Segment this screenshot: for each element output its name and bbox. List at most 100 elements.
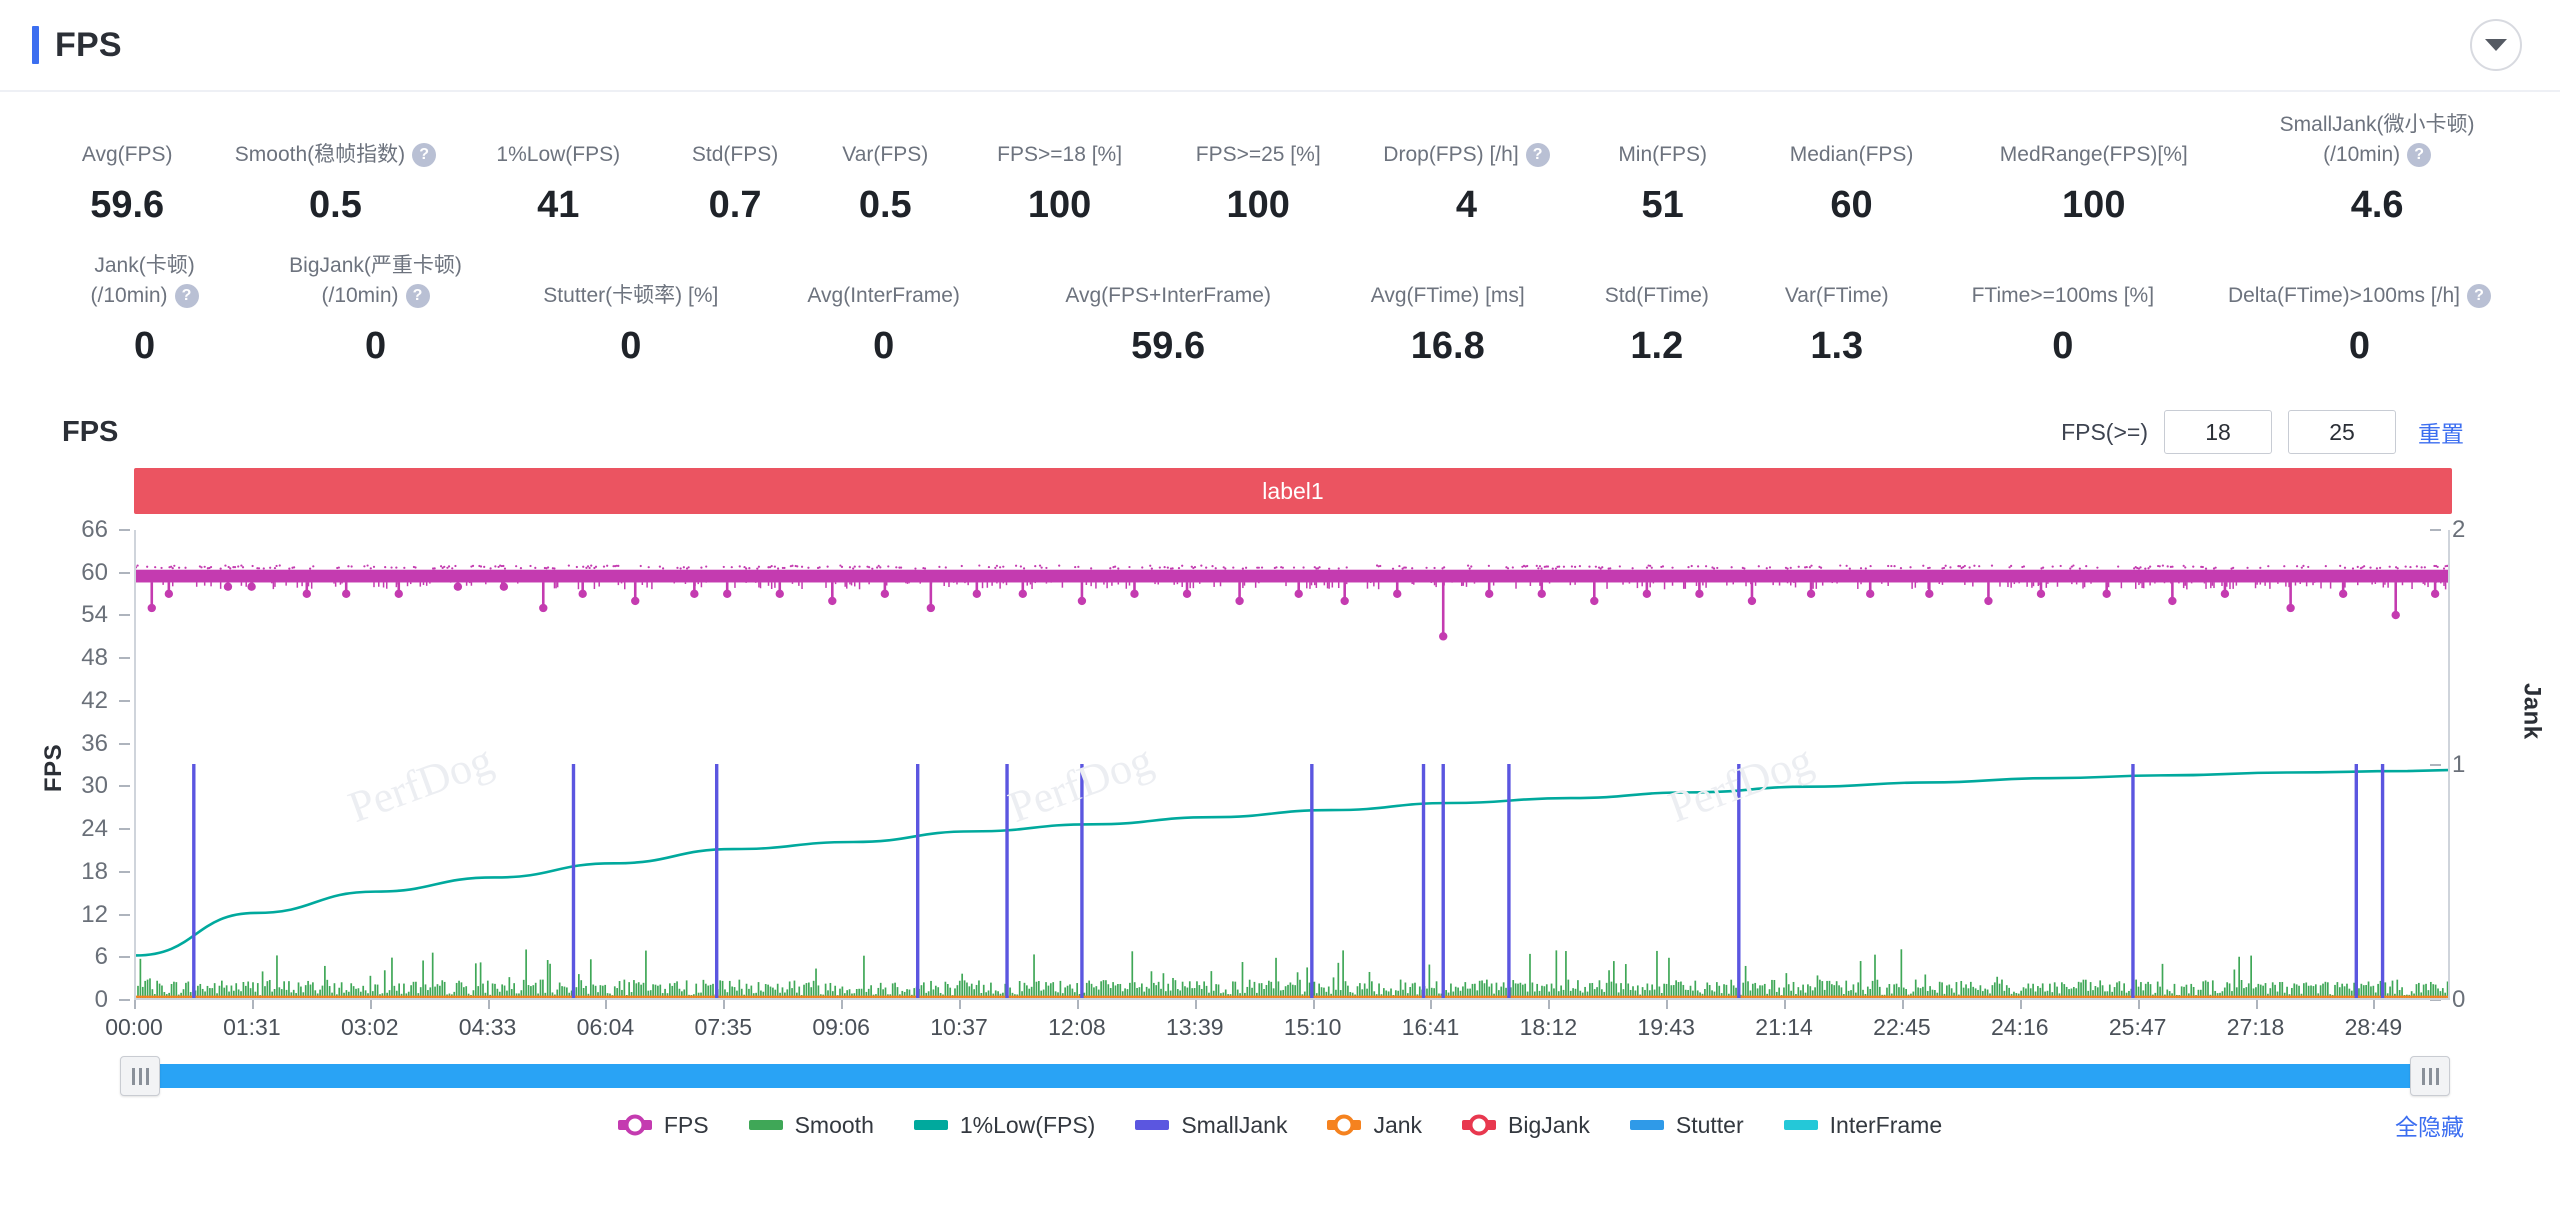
reset-link[interactable]: 重置 [2418,415,2464,449]
legend-item-smooth[interactable]: Smooth [748,1112,874,1139]
stat-label-text: 1%Low(FPS) [496,143,621,166]
slider-track[interactable] [146,1064,2424,1088]
x-axis-tick-label: 22:45 [1873,1014,1931,1040]
legend-swatch-icon [1135,1120,1170,1130]
x-axis-tick-mark [1784,1000,1787,1009]
x-axis-tick-mark [2373,1000,2376,1009]
x-axis-tick-mark [1666,1000,1669,1009]
x-axis-tick-label: 03:02 [340,1014,399,1040]
x-axis-tick-label: 18:12 [1519,1014,1578,1040]
stat-value: 0 [133,325,156,367]
label-band[interactable]: label1 [134,468,2452,514]
stat-label-text: Var(FPS) [842,143,929,166]
stat-label: Smooth(稳帧指数)? [235,140,437,170]
fps-threshold-high-input[interactable] [2288,410,2396,454]
slider-handle-right[interactable] [2410,1056,2450,1096]
stat-cell: SmallJank(微小卡顿) (/10min)? 4.6 [2234,110,2520,227]
help-icon[interactable]: ? [1525,143,1550,167]
legend-item-stutter[interactable]: Stutter [1629,1112,1744,1139]
help-icon[interactable]: ? [412,143,437,167]
stat-value: 1.2 [1630,325,1684,367]
x-axis-tick-label: 04:33 [458,1014,517,1040]
x-axis-tick-label: 27:18 [2226,1014,2285,1040]
help-icon[interactable]: ? [2407,143,2432,168]
legend-item-fps[interactable]: FPS [617,1112,709,1139]
y-axis-tick-label: 66 [81,516,108,543]
y-axis-tick-mark [119,999,130,1001]
x-axis-tick-mark [369,1000,372,1009]
x-axis-tick-label: 09:06 [812,1014,870,1040]
stat-label-text: Stutter(卡顿率) [%] [543,284,719,307]
help-icon[interactable]: ? [174,284,199,309]
x-axis-tick-mark [1548,1000,1551,1009]
legend-item-jank[interactable]: Jank [1327,1112,1422,1139]
stat-label: BigJank(严重卡顿) (/10min)? [249,251,502,311]
stat-cell: Delta(FTime)>100ms [/h]? 0 [2199,251,2520,368]
y-axis-left: 0 6 12 18 24 30 36 42 48 54 60 66 [0,516,130,1013]
legend-swatch-icon [1783,1120,1818,1130]
stat-value: 1.3 [1810,325,1864,367]
stat-label: SmallJank(微小卡顿) (/10min)? [2234,110,2520,170]
stat-label: Avg(FTime) [ms] [1371,281,1525,311]
stat-label: Drop(FPS) [/h]? [1383,140,1550,170]
stat-label: 1%Low(FPS) [496,140,620,170]
fps-threshold-low-input[interactable] [2164,410,2272,454]
x-axis-tick-label: 01:31 [223,1014,281,1040]
stat-label-text: Min(FPS) [1618,143,1707,166]
stat-label-line2: (/10min)? [2234,140,2520,170]
stat-cell: Avg(FPS+InterFrame) 59.6 [1008,251,1329,368]
y-axis-tick-mark [119,571,130,574]
stat-value: 100 [2062,184,2126,226]
stat-label: Std(FTime) [1605,281,1709,311]
x-axis-tick-mark [841,1000,844,1009]
stat-cell: Min(FPS) 51 [1575,110,1749,227]
legend-item-interframe[interactable]: InterFrame [1783,1112,1942,1139]
stat-cell: Stutter(卡顿率) [%] 0 [502,251,760,368]
stats-row-2: Jank(卡顿) (/10min)? 0 BigJank(严重卡顿) (/10min)?… [0,251,2560,368]
stat-cell: 1%Low(FPS) 41 [457,110,660,227]
time-range-slider[interactable] [120,1056,2450,1096]
legend-item-smalljank[interactable]: SmallJank [1135,1112,1287,1139]
stat-cell: Avg(FPS) 59.6 [40,110,214,227]
stat-cell: MedRange(FPS)[%] 100 [1953,110,2234,227]
help-icon[interactable]: ? [2466,284,2491,308]
fps-panel: FPS Avg(FPS) 59.6 Smooth(稳帧指数)? 0.5 1%Low(FP… [0,0,2560,1228]
x-axis-tick-mark [1194,1000,1197,1009]
x-axis-tick-label: 16:41 [1401,1014,1460,1040]
stat-label: Var(FPS) [842,140,928,170]
stat-label: Std(FPS) [692,140,778,170]
stat-label-text: Std(FTime) [1604,284,1709,307]
legend-label: BigJank [1508,1111,1590,1138]
stat-cell: BigJank(严重卡顿) (/10min)? 0 [249,251,502,368]
stat-label: Delta(FTime)>100ms [/h]? [2228,281,2491,311]
stat-value: 4 [1455,184,1478,226]
x-axis-tick-mark [2137,1000,2140,1009]
grip-bar-icon [2428,1067,2432,1085]
stat-cell: FPS>=18 [%] 100 [960,110,1159,227]
chart-legend: FPS Smooth 1%Low(FPS) SmallJank Jank BigJank S… [0,1102,2560,1148]
stat-cell: Avg(FTime) [ms] 16.8 [1329,251,1567,368]
grip-bar-icon [131,1067,135,1085]
x-axis-tick-label: 15:10 [1283,1014,1342,1040]
x-axis: 00:00 01:31 03:02 04:33 06:04 07:35 09:06 10:37… [105,1000,2450,1054]
stat-label-text: Avg(FPS) [81,143,173,166]
legend-item-bigjank[interactable]: BigJank [1462,1112,1590,1139]
stat-value: 0 [2052,325,2074,367]
collapse-panel-button[interactable] [2470,19,2522,71]
x-axis-tick-mark [251,1000,254,1009]
y-axis-tick-label: 12 [81,900,108,928]
x-axis-tick-mark [959,1000,962,1009]
stat-cell: Avg(InterFrame) 0 [760,251,1008,368]
stat-label-text: FPS>=18 [%] [997,143,1123,166]
slider-handle-left[interactable] [120,1056,160,1096]
stat-label: Median(FPS) [1790,140,1914,170]
stat-label-text: FPS>=25 [%] [1195,143,1321,166]
plot-canvas[interactable]: PerfDog PerfDog PerfDog [134,530,2450,1000]
help-icon[interactable]: ? [405,284,430,309]
stat-cell: Var(FPS) 0.5 [810,110,960,227]
hide-all-link[interactable]: 全隐藏 [2395,1108,2464,1142]
legend-item-1-low-fps[interactable]: 1%Low(FPS) [913,1112,1095,1139]
stat-label-line2: (/10min)? [249,281,502,311]
stat-label-text: Var(FTime) [1784,284,1889,307]
stat-value: 51 [1641,184,1684,226]
